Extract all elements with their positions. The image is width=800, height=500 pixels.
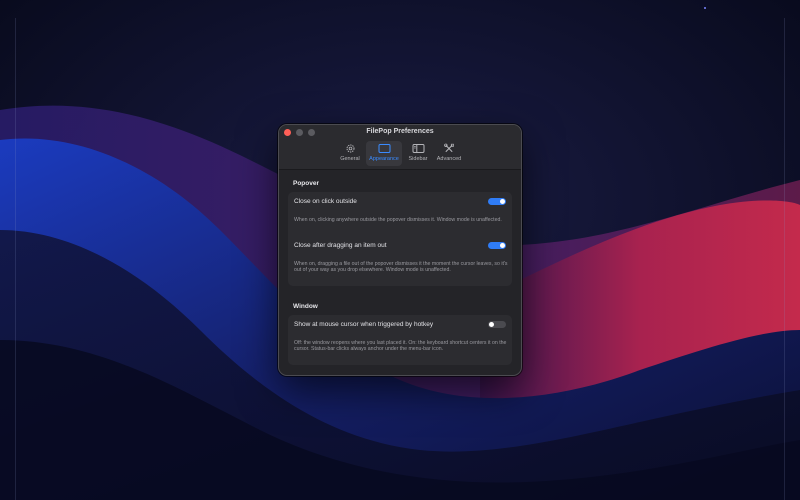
window-titlebar[interactable]: FilePop Preferences General Appearance S… bbox=[279, 125, 521, 170]
window-title: FilePop Preferences bbox=[366, 128, 434, 135]
appearance-pane: Popover Close on click outside When on, … bbox=[279, 170, 521, 375]
preferences-toolbar: General Appearance Sidebar Advanced bbox=[279, 140, 521, 167]
show-at-cursor-description: Off: the window reopens where you last p… bbox=[294, 340, 507, 353]
tab-sidebar-label: Sidebar bbox=[408, 156, 428, 162]
tab-general-label: General bbox=[340, 156, 360, 162]
toggle-knob bbox=[500, 243, 505, 248]
tab-appearance[interactable]: Appearance bbox=[366, 141, 402, 166]
tab-appearance-label: Appearance bbox=[369, 156, 399, 162]
desktop-guide-line bbox=[15, 18, 16, 500]
close-after-drag-description: When on, dragging a file out of the popo… bbox=[294, 261, 508, 274]
sidebar-icon bbox=[412, 144, 424, 153]
toggle-knob bbox=[489, 322, 494, 327]
show-at-cursor-label: Show at mouse cursor when triggered by h… bbox=[294, 321, 434, 328]
tab-sidebar[interactable]: Sidebar bbox=[405, 141, 431, 166]
tab-advanced[interactable]: Advanced bbox=[433, 141, 465, 166]
close-on-click-outside-label: Close on click outside bbox=[294, 198, 357, 205]
toggle-knob bbox=[500, 199, 505, 204]
close-after-drag-toggle[interactable] bbox=[488, 242, 506, 249]
popover-section-title: Popover bbox=[293, 180, 320, 187]
window-icon bbox=[378, 144, 390, 153]
popover-settings-group: Close on click outside When on, clicking… bbox=[288, 192, 512, 286]
gear-icon bbox=[346, 144, 354, 153]
close-after-drag-label: Close after dragging an item out bbox=[294, 242, 387, 249]
preferences-window: FilePop Preferences General Appearance S… bbox=[278, 124, 522, 376]
tab-advanced-label: Advanced bbox=[436, 156, 462, 162]
close-on-click-outside-description: When on, clicking anywhere outside the p… bbox=[294, 217, 502, 223]
window-settings-group: Show at mouse cursor when triggered by h… bbox=[288, 315, 512, 365]
desktop-guide-line bbox=[784, 18, 785, 500]
show-at-cursor-toggle[interactable] bbox=[488, 321, 506, 328]
tools-icon bbox=[444, 143, 454, 153]
close-on-click-outside-toggle[interactable] bbox=[488, 198, 506, 205]
desktop-star bbox=[704, 7, 706, 9]
tab-general[interactable]: General bbox=[337, 141, 363, 166]
window-section-title: Window bbox=[293, 303, 318, 310]
